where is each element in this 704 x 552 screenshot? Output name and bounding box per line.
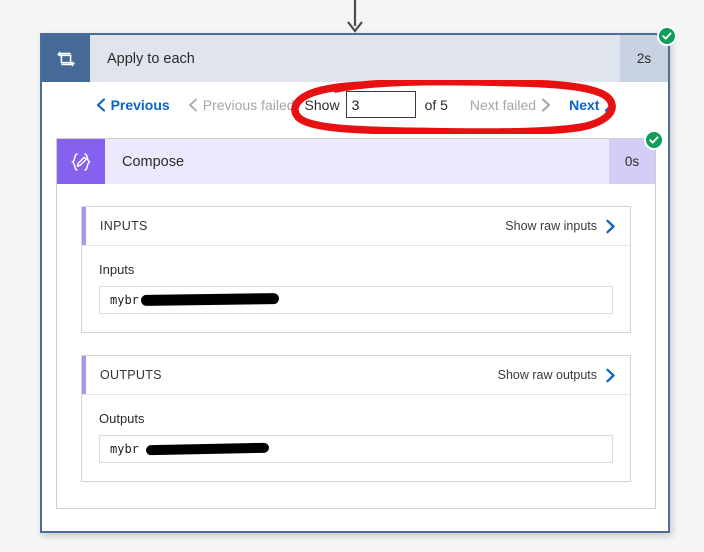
inputs-value-text: mybr	[110, 293, 139, 307]
inputs-panel-header: INPUTS Show raw inputs	[82, 207, 630, 246]
check-circle-icon	[644, 130, 664, 150]
apply-to-each-header[interactable]: Apply to each 2s	[42, 26, 677, 82]
show-raw-outputs-link[interactable]: Show raw outputs	[498, 368, 616, 383]
outputs-value-text: mybr	[110, 442, 139, 456]
chevron-right-icon	[605, 97, 614, 112]
show-page-input[interactable]	[345, 91, 416, 118]
chevron-left-icon	[96, 97, 105, 112]
show-raw-inputs-link[interactable]: Show raw inputs	[505, 219, 616, 234]
next-label: Next	[569, 96, 600, 113]
iteration-pagination[interactable]: Previous Previous failed Show of 5 Next …	[42, 82, 668, 127]
of-total-label: of 5	[424, 96, 448, 113]
outputs-section-title: OUTPUTS	[100, 368, 162, 382]
inputs-panel-body: Inputs mybr	[82, 246, 630, 332]
outputs-panel: OUTPUTS Show raw outputs Outputs mybr	[81, 355, 631, 482]
chevron-right-icon	[606, 219, 615, 233]
next-button[interactable]: Next	[569, 97, 614, 113]
chevron-left-icon	[188, 98, 197, 111]
inputs-value-box[interactable]: mybr	[99, 286, 613, 314]
check-circle-icon	[657, 26, 677, 46]
next-failed-button[interactable]: Next failed	[470, 97, 551, 113]
previous-label: Previous	[110, 96, 170, 113]
previous-failed-label: Previous failed	[202, 96, 295, 113]
apply-to-each-card[interactable]: Apply to each 2s Previous Previous faile…	[40, 26, 677, 533]
inputs-section-title: INPUTS	[100, 219, 148, 233]
previous-button[interactable]: Previous	[96, 97, 170, 113]
outputs-field-label: Outputs	[99, 411, 145, 426]
redaction-bar	[145, 442, 270, 456]
redaction-bar	[140, 293, 280, 306]
panel-accent-bar	[82, 207, 86, 245]
compose-title: Compose	[122, 153, 185, 170]
inputs-panel: INPUTS Show raw inputs Inputs mybr	[81, 206, 631, 333]
compose-body: INPUTS Show raw inputs Inputs mybr OUTPU…	[57, 184, 655, 508]
chevron-right-icon	[606, 368, 615, 382]
compose-braces-pencil-icon	[57, 139, 105, 184]
compose-card[interactable]: Compose 0s INPUTS Show raw inputs Inputs…	[56, 130, 664, 509]
show-raw-inputs-label: Show raw inputs	[505, 219, 597, 233]
screenshot-stage: Apply to each 2s Previous Previous faile…	[0, 0, 704, 552]
apply-to-each-title: Apply to each	[107, 50, 195, 67]
inputs-field-label: Inputs	[99, 262, 135, 277]
outputs-value-box[interactable]: mybr	[99, 435, 613, 463]
show-label: Show	[304, 96, 340, 113]
show-raw-outputs-label: Show raw outputs	[497, 368, 597, 382]
previous-failed-button[interactable]: Previous failed	[188, 97, 295, 113]
compose-header[interactable]: Compose 0s	[57, 130, 664, 184]
arrow-down-icon	[345, 0, 365, 34]
loop-repeat-icon	[42, 35, 90, 82]
next-failed-label: Next failed	[469, 96, 537, 113]
outputs-panel-body: Outputs mybr	[82, 395, 630, 481]
panel-accent-bar	[82, 356, 86, 394]
outputs-panel-header: OUTPUTS Show raw outputs	[82, 356, 630, 395]
chevron-right-icon	[542, 97, 551, 112]
